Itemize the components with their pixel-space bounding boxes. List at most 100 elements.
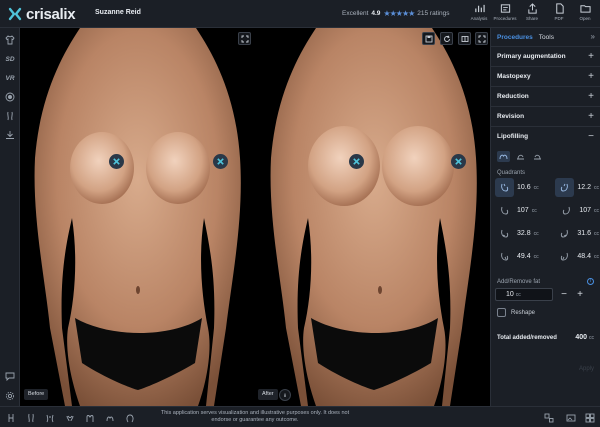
rating-label: Excellent bbox=[342, 10, 369, 17]
vr-button[interactable]: VR bbox=[3, 71, 17, 85]
viewer-stage[interactable]: Before After bbox=[20, 28, 490, 406]
section-reduction[interactable]: Reduction + bbox=[491, 86, 600, 106]
reshape-checkbox[interactable] bbox=[497, 308, 506, 317]
bottom-bar: This application serves visualization an… bbox=[0, 406, 600, 427]
quadrant-upper-outer-left[interactable]: 10.6 cc bbox=[495, 178, 545, 197]
fullscreen-button[interactable] bbox=[238, 32, 251, 45]
total-label: Total added/removed bbox=[497, 334, 557, 341]
body-preset-button-5[interactable] bbox=[84, 412, 95, 423]
section-revision[interactable]: Revision + bbox=[491, 106, 600, 126]
plus-icon: + bbox=[588, 71, 594, 82]
fullscreen-icon bbox=[478, 35, 485, 42]
before-right-breast-marker[interactable] bbox=[213, 154, 228, 169]
patient-name[interactable]: Suzanne Reid bbox=[95, 9, 141, 16]
record-button[interactable] bbox=[3, 90, 17, 104]
body-preset-icon bbox=[46, 414, 53, 422]
rating-count: 215 ratings bbox=[417, 10, 450, 17]
open-button[interactable]: Open bbox=[574, 3, 596, 25]
compare-button[interactable] bbox=[458, 32, 471, 45]
quadrant-lower-inner-icon bbox=[561, 252, 569, 261]
fat-amount-input[interactable]: 10 cc bbox=[495, 288, 553, 301]
after-torso-image[interactable] bbox=[256, 28, 490, 406]
body-preset-button-3[interactable] bbox=[44, 412, 55, 423]
share-icon bbox=[527, 3, 537, 14]
procedures-button[interactable]: Procedures bbox=[494, 3, 517, 25]
analysis-button[interactable]: Analysis bbox=[468, 3, 490, 25]
top-bar: crisalix Suzanne Reid Excellent 4.9 ★★★★… bbox=[0, 0, 600, 28]
plus-icon: + bbox=[588, 51, 594, 62]
panel-tabs: Procedures Tools bbox=[491, 28, 600, 46]
image-settings-button[interactable] bbox=[565, 412, 576, 423]
quadrant-inner-icon bbox=[563, 206, 571, 215]
pdf-button[interactable]: PDF bbox=[548, 3, 570, 25]
quadrant-upper-inner-right[interactable]: 107 cc bbox=[549, 201, 599, 220]
body-contour-button[interactable] bbox=[3, 109, 17, 123]
share-button[interactable]: Share bbox=[521, 3, 543, 25]
download-button[interactable] bbox=[3, 128, 17, 142]
body-preset-icon bbox=[126, 414, 133, 422]
info-icon[interactable]: i bbox=[587, 278, 594, 285]
rating: Excellent 4.9 ★★★★★ 215 ratings bbox=[342, 9, 449, 18]
fullscreen-button[interactable] bbox=[475, 32, 488, 45]
tab-procedures[interactable]: Procedures bbox=[497, 34, 533, 41]
folder-icon bbox=[579, 5, 591, 13]
view-angle-selector bbox=[491, 146, 600, 166]
quadrant-lower-inner-icon bbox=[501, 252, 509, 261]
quadrant-lower-inner-left[interactable]: 49.4 cc bbox=[495, 247, 545, 266]
brand-name: crisalix bbox=[26, 5, 76, 23]
quadrant-lower-inner-right[interactable]: 48.4 cc bbox=[549, 247, 599, 266]
quadrant-upper-outer-right[interactable]: 12.2 cc bbox=[549, 178, 599, 197]
quadrant-lower-outer-left[interactable]: 32.8 cc bbox=[495, 224, 545, 243]
after-view[interactable]: After bbox=[256, 28, 490, 406]
before-label: Before bbox=[24, 389, 49, 400]
quadrant-upper-inner-left[interactable]: 107 cc bbox=[495, 201, 545, 220]
apply-button[interactable]: Apply bbox=[579, 366, 594, 372]
before-torso-image[interactable] bbox=[20, 28, 254, 406]
quadrant-lower-outer-right[interactable]: 31.6 cc bbox=[549, 224, 599, 243]
plus-icon: + bbox=[588, 91, 594, 102]
after-left-breast-marker[interactable] bbox=[349, 154, 364, 169]
grid-icon bbox=[585, 413, 594, 422]
after-label: After bbox=[258, 389, 278, 400]
tshirt-icon bbox=[5, 35, 15, 45]
front-view-icon bbox=[499, 154, 508, 159]
tshirt-button[interactable] bbox=[3, 33, 17, 47]
decrease-fat-button[interactable]: − bbox=[559, 289, 569, 300]
after-right-breast-marker[interactable] bbox=[451, 154, 466, 169]
before-left-breast-marker[interactable] bbox=[109, 154, 124, 169]
reshape-option[interactable]: Reshape bbox=[491, 301, 600, 324]
body-preset-button-2[interactable] bbox=[25, 412, 36, 423]
body-preset-button-4[interactable] bbox=[64, 412, 75, 423]
reset-button[interactable] bbox=[440, 32, 453, 45]
layout-icon bbox=[544, 413, 553, 422]
compare-icon bbox=[461, 35, 468, 42]
body-preset-button-6[interactable] bbox=[104, 412, 115, 423]
body-preset-button-7[interactable] bbox=[124, 412, 135, 423]
section-mastopexy[interactable]: Mastopexy + bbox=[491, 66, 600, 86]
crisalix-x-icon bbox=[353, 158, 360, 165]
record-icon bbox=[5, 92, 15, 102]
fullscreen-icon bbox=[241, 35, 248, 42]
quadrants-grid: 10.6 cc 12.2 cc 107 cc 107 cc 32.8 cc 31.6 cc … bbox=[491, 178, 600, 266]
settings-button[interactable] bbox=[3, 389, 17, 403]
front-view-button[interactable] bbox=[497, 150, 510, 162]
procedures-icon bbox=[500, 4, 510, 13]
side-view-right-button[interactable] bbox=[531, 151, 544, 162]
after-info-button[interactable] bbox=[279, 389, 291, 401]
before-view[interactable]: Before bbox=[20, 28, 254, 406]
side-view-left-button[interactable] bbox=[514, 151, 527, 162]
download-icon bbox=[6, 131, 14, 139]
side-view-icon bbox=[517, 154, 524, 159]
tab-tools[interactable]: Tools bbox=[539, 34, 554, 41]
body-preset-icon bbox=[8, 413, 13, 422]
save-view-button[interactable] bbox=[422, 32, 435, 45]
gallery-button[interactable] bbox=[584, 412, 595, 423]
section-primary-augmentation[interactable]: Primary augmentation + bbox=[491, 46, 600, 66]
collapse-panel-button[interactable]: » bbox=[591, 32, 595, 41]
sd-button[interactable]: SD bbox=[3, 52, 17, 66]
increase-fat-button[interactable]: + bbox=[575, 289, 585, 300]
chat-button[interactable] bbox=[3, 369, 17, 383]
body-preset-button-1[interactable] bbox=[5, 412, 16, 423]
compare-layout-button[interactable] bbox=[543, 412, 554, 423]
section-lipofilling[interactable]: Lipofilling − bbox=[491, 126, 600, 146]
